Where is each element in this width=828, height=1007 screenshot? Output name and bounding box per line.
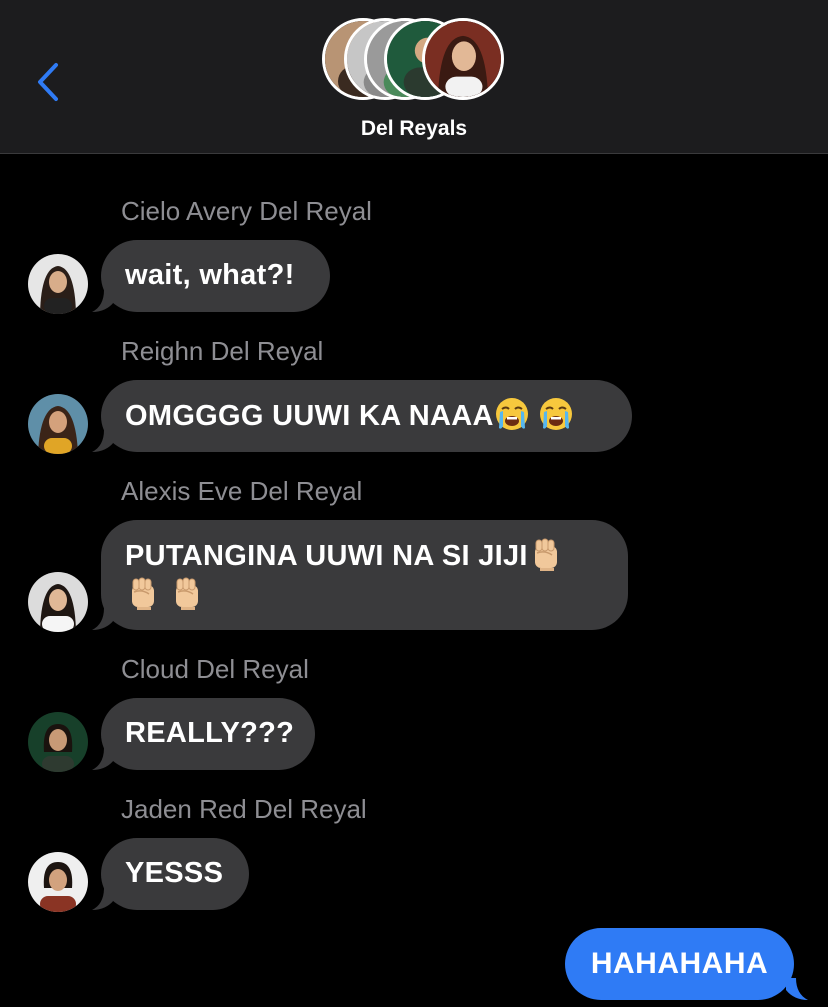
message-text: wait, what?!	[125, 259, 295, 291]
conversation-header: Del Reyals	[0, 0, 828, 154]
chat-screen: Del Reyals Cielo Avery Del Reyal wait, w…	[0, 0, 828, 1007]
chevron-left-icon	[38, 63, 58, 101]
sender-name: Alexis Eve Del Reyal	[121, 476, 363, 506]
raised-fist-icon	[528, 536, 564, 572]
sender-avatar[interactable]	[28, 394, 88, 454]
sender-name: Reighn Del Reyal	[121, 336, 324, 366]
raised-fist-icon	[169, 575, 205, 611]
outgoing-message-text: HAHAHAHA	[590, 947, 769, 980]
group-name[interactable]: Del Reyals	[0, 117, 828, 141]
message-text: YESSS	[125, 857, 224, 889]
sender-avatar[interactable]	[28, 852, 88, 912]
sender-name: Jaden Red Del Reyal	[121, 794, 367, 824]
message-text: PUTANGINA UUWI NA SI JIJI	[125, 540, 528, 572]
message-bubble[interactable]: wait, what?!	[101, 240, 330, 312]
message-text: OMGGGG UUWI KA NAAA	[125, 400, 494, 432]
sender-avatar[interactable]	[28, 712, 88, 772]
sender-avatar[interactable]	[28, 254, 88, 314]
sender-name: Cielo Avery Del Reyal	[121, 196, 372, 226]
message-bubble[interactable]: PUTANGINA UUWI NA SI JIJI	[101, 520, 628, 630]
back-button[interactable]	[26, 56, 70, 108]
loudly-crying-face-icon	[494, 396, 530, 432]
message-text: REALLY???	[125, 717, 295, 749]
message-bubble[interactable]: YESSS	[101, 838, 249, 910]
group-avatar-stack[interactable]	[322, 18, 508, 104]
group-member-avatar	[422, 18, 504, 100]
message-bubble[interactable]: OMGGGG UUWI KA NAAA	[101, 380, 632, 452]
outgoing-message-bubble[interactable]: HAHAHAHA	[565, 928, 794, 1000]
message-bubble[interactable]: REALLY???	[101, 698, 315, 770]
raised-fist-icon	[125, 575, 161, 611]
sender-name: Cloud Del Reyal	[121, 654, 309, 684]
loudly-crying-face-icon	[538, 396, 574, 432]
sender-avatar[interactable]	[28, 572, 88, 632]
